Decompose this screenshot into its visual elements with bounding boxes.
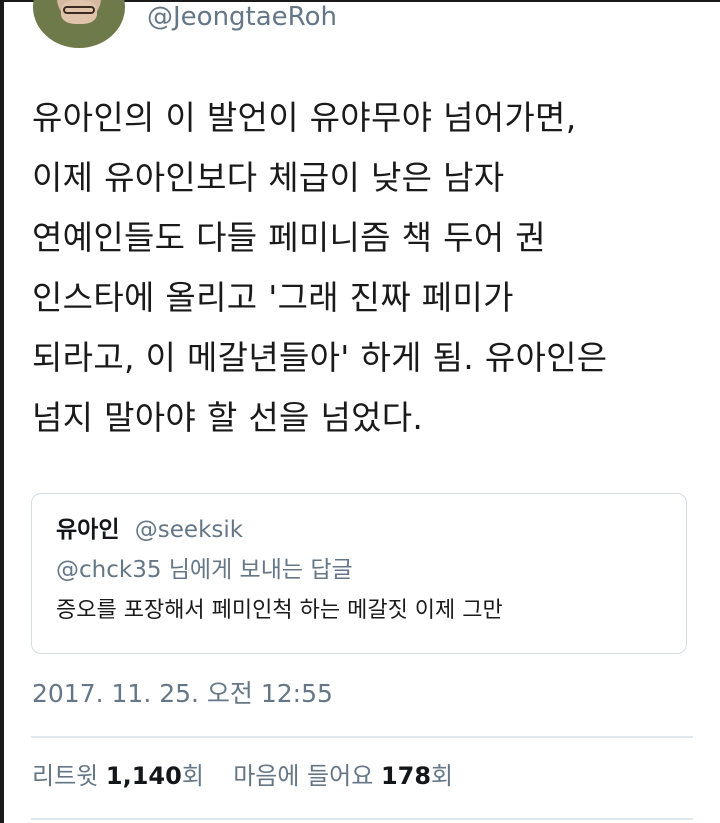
left-border	[0, 0, 4, 823]
author-handle[interactable]: @JeongtaeRoh	[147, 2, 337, 32]
quoted-tweet-card[interactable]: 유아인 @seeksik @chck35 님에게 보내는 답글 증오를 포장해서…	[31, 493, 687, 654]
quoted-reply-to: @chck35 님에게 보내는 답글	[56, 557, 353, 583]
quoted-author-handle: @seeksik	[134, 517, 244, 543]
likes-count[interactable]: 178	[381, 762, 431, 790]
quoted-tweet-text: 증오를 포장해서 페미인척 하는 메갈짓 이제 그만	[56, 598, 503, 623]
retweets-unit: 회	[181, 762, 204, 790]
avatar-glasses	[63, 6, 95, 14]
avatar[interactable]	[33, 0, 125, 48]
retweets-count[interactable]: 1,140	[106, 762, 182, 790]
retweets-label: 리트윗	[32, 762, 99, 790]
engagement-stats: 리트윗 1,140회 마음에 들어요 178회	[32, 761, 453, 791]
tweet-timestamp: 2017. 11. 25. 오전 12:55	[32, 679, 333, 708]
likes-unit: 회	[431, 762, 454, 790]
quoted-author-name: 유아인	[56, 517, 120, 543]
quoted-tweet-header: 유아인 @seeksik	[56, 516, 243, 544]
tweet-text: 유아인의 이 발언이 유야무야 넘어가면, 이제 유아인보다 체급이 낮은 남자…	[32, 98, 608, 437]
divider-bottom	[31, 818, 693, 820]
divider-top	[31, 736, 693, 738]
likes-label: 마음에 들어요	[233, 762, 374, 790]
